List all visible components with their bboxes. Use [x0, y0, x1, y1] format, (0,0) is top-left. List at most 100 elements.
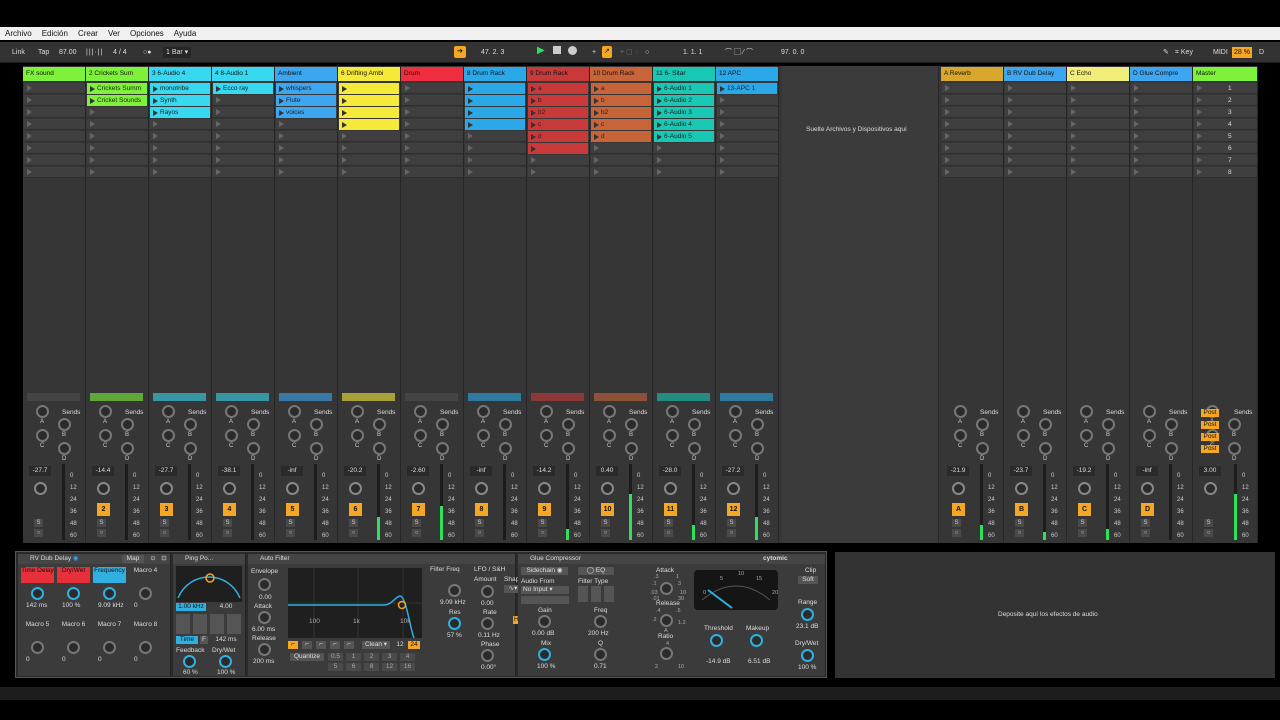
- track-3-slot-play-icon[interactable]: [153, 169, 158, 175]
- return-d-header[interactable]: D Glue Compre: [1130, 67, 1192, 81]
- return-d-activator[interactable]: D: [1141, 503, 1154, 516]
- track-1-send-a-knob[interactable]: [36, 405, 49, 418]
- track-1-clip-slot[interactable]: [24, 155, 85, 166]
- track-8-clip[interactable]: [465, 83, 525, 94]
- master-send-d-knob[interactable]: [1228, 442, 1241, 455]
- return-c-clip-slot[interactable]: [1068, 155, 1129, 166]
- loop-length[interactable]: 97. 0. 0: [781, 47, 804, 58]
- return-d-send-d-knob[interactable]: [1165, 442, 1178, 455]
- ping-pong-width[interactable]: 4.00: [211, 603, 241, 611]
- track-12-clip-slot[interactable]: [717, 95, 778, 106]
- record-icon[interactable]: [568, 46, 577, 57]
- menu-ver[interactable]: Ver: [103, 27, 125, 40]
- track-3-volume[interactable]: -27.7: [155, 466, 177, 476]
- scene-number[interactable]: 3: [1228, 109, 1232, 116]
- track-2-slot-play-icon[interactable]: [90, 121, 95, 127]
- track-7-send-d-knob[interactable]: [436, 442, 449, 455]
- quantize-step[interactable]: 0.5: [328, 653, 343, 661]
- track-12-send-c-knob[interactable]: [729, 429, 742, 442]
- track-2-clip-slot[interactable]: [87, 131, 148, 142]
- track-11-clip-slot[interactable]: [654, 167, 715, 178]
- track-6-clip-slot[interactable]: [339, 167, 400, 178]
- return-c-slot-play-icon[interactable]: [1071, 97, 1076, 103]
- track-6-send-c-knob[interactable]: [351, 429, 364, 442]
- return-a-slot-play-icon[interactable]: [945, 109, 950, 115]
- track-9-volume[interactable]: -14.2: [533, 466, 555, 476]
- return-c-pan-knob[interactable]: [1078, 482, 1091, 495]
- return-b-slot-play-icon[interactable]: [1008, 169, 1013, 175]
- track-5-slot-play-icon[interactable]: [279, 169, 284, 175]
- macro-2-knob[interactable]: [67, 587, 80, 600]
- return-b-solo-button[interactable]: S: [1015, 519, 1024, 527]
- track-12-clip-slot[interactable]: [717, 167, 778, 178]
- re-enable-icon[interactable]: + ▢ ◌: [620, 47, 639, 58]
- track-5-solo-button[interactable]: S: [286, 519, 295, 527]
- track-6-clip[interactable]: [339, 95, 399, 106]
- glue-title[interactable]: Glue Compressor: [530, 555, 581, 562]
- track-2-clip-slot[interactable]: [87, 107, 148, 118]
- return-b-send-d-knob[interactable]: [1039, 442, 1052, 455]
- track-7-send-c-knob[interactable]: [414, 429, 427, 442]
- return-a-send-b-knob[interactable]: [976, 418, 989, 431]
- master-volume[interactable]: 3.00: [1199, 466, 1221, 476]
- time-signature[interactable]: 4 / 4: [113, 47, 127, 58]
- master-slot-play-icon[interactable]: [1197, 109, 1202, 115]
- track-10-slot-play-icon[interactable]: [594, 157, 599, 163]
- master-header[interactable]: Master: [1193, 67, 1257, 81]
- track-5-clip-slot[interactable]: [276, 155, 337, 166]
- track-1-slot-play-icon[interactable]: [27, 145, 32, 151]
- track-12-send-d-knob[interactable]: [751, 442, 764, 455]
- track-7-clip-slot[interactable]: [402, 155, 463, 166]
- track-8-send-c-knob[interactable]: [477, 429, 490, 442]
- track-4-send-c-knob[interactable]: [225, 429, 238, 442]
- master-clip-slot[interactable]: [1194, 83, 1257, 94]
- track-11-slot-play-icon[interactable]: [657, 145, 662, 151]
- return-d-slot-play-icon[interactable]: [1134, 121, 1139, 127]
- return-c-send-a-knob[interactable]: [1080, 405, 1093, 418]
- track-4-slot-play-icon[interactable]: [216, 145, 221, 151]
- track-1-slot-play-icon[interactable]: [27, 169, 32, 175]
- metronome-icon[interactable]: ○●: [143, 47, 151, 58]
- ping-pong-filter-display[interactable]: [176, 566, 242, 602]
- post-button[interactable]: Post: [1201, 433, 1219, 441]
- return-c-clip-slot[interactable]: [1068, 95, 1129, 106]
- time-mode-button[interactable]: Time: [176, 636, 198, 644]
- ping-pong-title[interactable]: Ping Po...: [185, 555, 213, 562]
- feedback-knob[interactable]: [183, 655, 196, 668]
- menu-archivo[interactable]: Archivo: [0, 27, 37, 40]
- track-10-pan-knob[interactable]: [601, 482, 614, 495]
- return-b-clip-slot[interactable]: [1005, 155, 1066, 166]
- scene-number[interactable]: 8: [1228, 169, 1232, 176]
- track-11-header[interactable]: 11 6- Sitar: [653, 67, 715, 81]
- track-9-send-a-knob[interactable]: [540, 405, 553, 418]
- return-d-clip-slot[interactable]: [1131, 143, 1192, 154]
- phase-knob[interactable]: [481, 649, 494, 662]
- amount-knob[interactable]: [481, 585, 494, 598]
- track-11-activator[interactable]: 11: [664, 503, 677, 516]
- track-4-solo-button[interactable]: S: [223, 519, 232, 527]
- menu-opciones[interactable]: Opciones: [125, 27, 169, 40]
- master-clip-slot[interactable]: [1194, 107, 1257, 118]
- master-slot-play-icon[interactable]: [1197, 169, 1202, 175]
- filter-curve-display[interactable]: [288, 568, 422, 638]
- track-6-clip[interactable]: [339, 119, 399, 130]
- song-position[interactable]: 47. 2. 3: [481, 47, 504, 58]
- return-c-clip-slot[interactable]: [1068, 143, 1129, 154]
- menu-ayuda[interactable]: Ayuda: [169, 27, 202, 40]
- track-8-solo-button[interactable]: S: [475, 519, 484, 527]
- return-b-clip-slot[interactable]: [1005, 143, 1066, 154]
- track-7-slot-play-icon[interactable]: [405, 133, 410, 139]
- track-12-arm-button[interactable]: ○: [727, 529, 736, 537]
- return-a-clip-slot[interactable]: [942, 143, 1003, 154]
- return-b-slot-play-icon[interactable]: [1008, 157, 1013, 163]
- return-c-slot-play-icon[interactable]: [1071, 109, 1076, 115]
- track-2-clip-slot[interactable]: [87, 167, 148, 178]
- track-3-header[interactable]: 3 6-Audio 4: [149, 67, 211, 81]
- return-b-send-b-knob[interactable]: [1039, 418, 1052, 431]
- draw-mode-icon[interactable]: ✎: [1163, 47, 1169, 58]
- track-5-clip[interactable]: voices: [276, 107, 336, 118]
- track-6-send-b-knob[interactable]: [373, 418, 386, 431]
- track-5-pan-knob[interactable]: [286, 482, 299, 495]
- track-10-clip-slot[interactable]: [591, 155, 652, 166]
- track-5-send-a-knob[interactable]: [288, 405, 301, 418]
